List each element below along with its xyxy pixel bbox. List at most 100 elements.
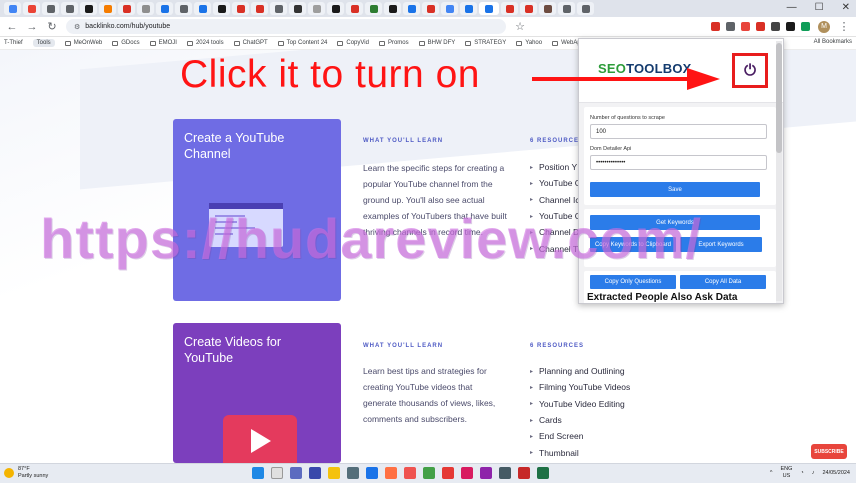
power-toggle-button[interactable]: ⏻ — [732, 53, 768, 88]
close-icon[interactable]: ✕ — [842, 2, 850, 13]
chat-icon[interactable] — [290, 467, 302, 479]
browser-tab[interactable] — [137, 2, 154, 15]
browser-tab[interactable] — [80, 2, 97, 15]
extension-icon[interactable] — [771, 22, 780, 31]
extension-icon[interactable] — [786, 22, 795, 31]
copy-all-data-button[interactable]: Copy All Data — [680, 275, 766, 289]
address-bar[interactable]: ⚙ backlinko.com/hub/youtube — [66, 19, 506, 34]
app-purple-icon[interactable] — [480, 467, 492, 479]
browser-tab[interactable] — [577, 2, 594, 15]
browser-tab[interactable] — [118, 2, 135, 15]
bookmark-item[interactable]: STRATEGY — [465, 40, 506, 46]
browser-tab[interactable] — [232, 2, 249, 15]
browser-tab[interactable] — [460, 2, 477, 15]
chrome-icon[interactable] — [366, 467, 378, 479]
menu-icon[interactable]: ⋮ — [838, 20, 850, 33]
firefox-icon[interactable] — [385, 467, 397, 479]
bookmark-star-icon[interactable]: ☆ — [514, 20, 526, 33]
browser-tab[interactable] — [384, 2, 401, 15]
volume-icon[interactable]: ♪ — [812, 470, 815, 476]
subscribe-badge[interactable]: SUBSCRIBE — [811, 444, 847, 459]
bookmark-item[interactable]: Yahoo — [516, 40, 542, 46]
bookmark-item[interactable]: 2024 tools — [186, 40, 224, 46]
browser-tab[interactable] — [23, 2, 40, 15]
browser-tab[interactable] — [441, 2, 458, 15]
browser-tab[interactable] — [539, 2, 556, 15]
browser-tab[interactable] — [422, 2, 439, 15]
browser-tab[interactable] — [213, 2, 230, 15]
bookmark-item[interactable]: GDocs — [112, 40, 140, 46]
questions-input[interactable]: 100 — [590, 124, 767, 139]
bookmark-item[interactable]: CopyVid — [337, 40, 369, 46]
browser-tab[interactable] — [4, 2, 21, 15]
forward-icon[interactable]: → — [26, 21, 38, 33]
browser-tab[interactable] — [42, 2, 59, 15]
bookmark-item[interactable]: Tools — [32, 39, 55, 47]
browser-tab[interactable] — [156, 2, 173, 15]
browser-tab[interactable] — [61, 2, 78, 15]
search-icon[interactable] — [271, 467, 283, 479]
browser-tab[interactable] — [346, 2, 363, 15]
browser-tab[interactable] — [175, 2, 192, 15]
resource-link[interactable]: YouTube C — [530, 175, 581, 191]
bookmark-item[interactable]: Top Content 24 — [277, 40, 327, 46]
start-icon[interactable] — [252, 467, 264, 479]
bookmark-item[interactable]: T-Thief — [4, 40, 23, 46]
browser-tab[interactable] — [289, 2, 306, 15]
browser-tab[interactable] — [403, 2, 420, 15]
profile-avatar[interactable]: M — [818, 20, 830, 33]
folder-icon[interactable] — [328, 467, 340, 479]
all-bookmarks[interactable]: All Bookmarks — [814, 39, 852, 45]
teams-icon[interactable] — [309, 467, 321, 479]
bookmark-item[interactable]: ChatGPT — [233, 40, 268, 46]
bookmark-item[interactable]: BHW DFY — [418, 40, 455, 46]
copy-questions-button[interactable]: Copy Only Questions — [590, 275, 676, 289]
bookmark-item[interactable]: MeOnWeb — [64, 40, 102, 46]
tray-chevron-icon[interactable]: ^ — [770, 470, 773, 476]
resource-link[interactable]: Planning and Outlining — [530, 363, 630, 379]
app-green-icon[interactable] — [423, 467, 435, 479]
extension-icon[interactable] — [711, 22, 720, 31]
app-red2-icon[interactable] — [442, 467, 454, 479]
app-icon[interactable] — [347, 467, 359, 479]
resource-link[interactable]: Cards — [530, 412, 630, 428]
browser-tab[interactable] — [479, 2, 499, 15]
course-card-videos[interactable]: Create Videos for YouTube — [173, 323, 341, 463]
resource-link[interactable]: End Screen — [530, 428, 630, 444]
bookmark-item[interactable]: Promos — [378, 40, 409, 46]
resource-link[interactable]: Position Y — [530, 159, 581, 175]
app-red3-icon[interactable] — [518, 467, 530, 479]
browser-tab[interactable] — [251, 2, 268, 15]
browser-tab[interactable] — [558, 2, 575, 15]
extension-icon[interactable] — [756, 22, 765, 31]
resource-link[interactable]: YouTube Video Editing — [530, 396, 630, 412]
excel-icon[interactable] — [537, 467, 549, 479]
browser-tab[interactable] — [520, 2, 537, 15]
browser-tab[interactable] — [501, 2, 518, 15]
maximize-icon[interactable]: ☐ — [815, 2, 824, 13]
minimize-icon[interactable]: — — [787, 2, 797, 13]
weather-widget[interactable]: 87°F Partly sunny — [4, 466, 48, 480]
wifi-icon[interactable]: ◔ — [800, 470, 803, 476]
bookmark-item[interactable]: EMOJI — [149, 40, 177, 46]
popup-scrollbar-thumb[interactable] — [776, 43, 782, 153]
reload-icon[interactable]: ↻ — [46, 20, 58, 33]
browser-tab[interactable] — [327, 2, 344, 15]
app-red-icon[interactable] — [404, 467, 416, 479]
browser-tab[interactable] — [270, 2, 287, 15]
browser-tab[interactable] — [365, 2, 382, 15]
save-button[interactable]: Save — [590, 182, 760, 197]
api-key-input[interactable]: •••••••••••••• — [590, 155, 767, 170]
app-gray-icon[interactable] — [499, 467, 511, 479]
opera-icon[interactable] — [461, 467, 473, 479]
extension-icon[interactable] — [801, 22, 810, 31]
browser-tab[interactable] — [99, 2, 116, 15]
site-info-icon[interactable]: ⚙ — [74, 23, 80, 31]
back-icon[interactable]: ← — [6, 21, 18, 33]
browser-tab[interactable] — [194, 2, 211, 15]
extension-icon[interactable] — [741, 22, 750, 31]
resource-link[interactable]: Filming YouTube Videos — [530, 379, 630, 395]
extension-icon[interactable] — [726, 22, 735, 31]
resource-link[interactable]: Thumbnail — [530, 444, 630, 460]
browser-tab[interactable] — [308, 2, 325, 15]
